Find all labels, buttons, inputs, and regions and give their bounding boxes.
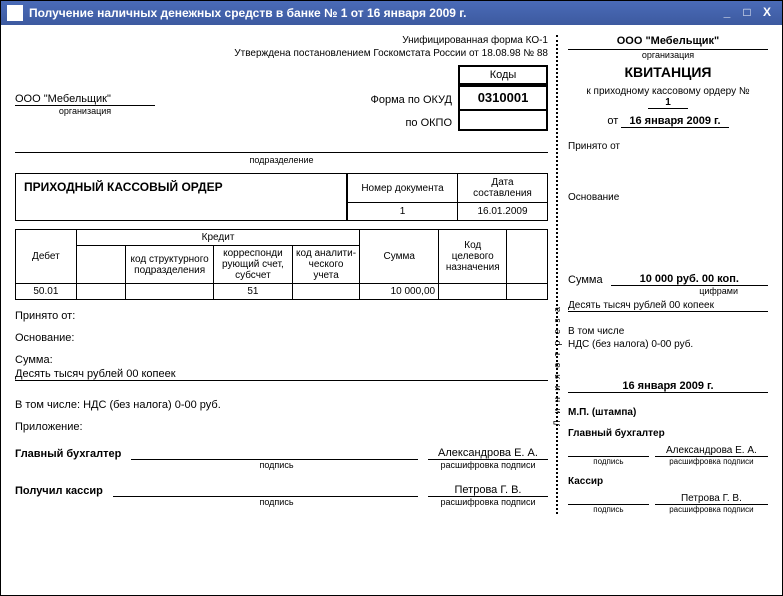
org-sub: организация	[15, 106, 155, 116]
receipt-including-value: НДС (без налога) 0-00 руб.	[568, 339, 768, 350]
codes-header: Коды	[458, 65, 548, 85]
subdivision-sub: подразделение	[15, 155, 548, 165]
receipt-order-num: 1	[648, 97, 688, 109]
close-button[interactable]: X	[758, 5, 776, 21]
receipt-stamp: М.П. (штампа)	[568, 407, 768, 418]
receipt-chief-name: Александрова Е. А.	[655, 445, 768, 457]
th-c3: корреспонди рующий счет, субсчет	[214, 246, 293, 284]
sum-label: Сумма:	[15, 354, 548, 366]
doc-date-value: 16.01.2009	[458, 203, 548, 221]
sub-decode-2: расшифровка подписи	[428, 497, 548, 507]
approved-line: Утверждена постановлением Госкомстата Ро…	[234, 48, 548, 59]
cell-sum: 10 000,00	[360, 284, 439, 300]
receipt-title: КВИТАНЦИЯ	[568, 64, 768, 80]
r-sub-sign-1: подпись	[568, 457, 649, 466]
sub-decode-1: расшифровка подписи	[428, 460, 548, 470]
th-extra	[507, 230, 548, 284]
window-title: Получение наличных денежных средств в ба…	[29, 6, 716, 20]
th-c4: код аналити-ческого учета	[292, 246, 360, 284]
receipt-date2: 16 января 2009 г.	[568, 380, 768, 393]
sum-words: Десять тысяч рублей 00 копеек	[15, 368, 548, 381]
r-sub-decode-1: расшифровка подписи	[655, 457, 768, 466]
chief-acc-role: Главный бухгалтер	[15, 448, 121, 460]
receipt-org: ООО "Мебельщик"	[568, 35, 768, 50]
doc-date-label: Дата составления	[458, 174, 548, 203]
receipt-org-sub: организация	[568, 50, 768, 60]
attachment-label: Приложение:	[15, 421, 548, 433]
receipt-chief-acc: Главный бухгалтер	[568, 428, 768, 439]
okpo-value	[458, 111, 548, 131]
receipt-cashier-name: Петрова Г. В.	[655, 493, 768, 505]
cell-c1	[76, 284, 126, 300]
doc-number-table: Номер документа Дата составления 1 16.01…	[347, 173, 548, 221]
pko-title: ПРИХОДНЫЙ КАССОВЫЙ ОРДЕР	[15, 173, 347, 221]
receipt-sum-words: Десять тысяч рублей 00 копеек	[568, 300, 768, 312]
chief-acc-name: Александрова Е. А.	[428, 447, 548, 460]
receipt-cashier-sign	[568, 493, 649, 505]
th-c1	[76, 246, 126, 284]
titlebar: Получение наличных денежных средств в ба…	[1, 1, 782, 25]
cell-c3: 51	[214, 284, 293, 300]
doc-num-value: 1	[348, 203, 458, 221]
receipt-form: ООО "Мебельщик" организация КВИТАНЦИЯ к …	[558, 35, 768, 514]
cell-c4	[292, 284, 360, 300]
cell-c2	[126, 284, 214, 300]
cashier-role: Получил кассир	[15, 485, 103, 497]
receipt-date-prefix: от	[607, 115, 618, 127]
cut-line: Л и н и я о т р е з а	[556, 35, 558, 514]
accounting-table: Дебет Кредит Сумма Код целевого назначен…	[15, 229, 548, 300]
app-window: Получение наличных денежных средств в ба…	[0, 0, 783, 596]
receipt-sum-label: Сумма	[568, 274, 603, 286]
minimize-button[interactable]: _	[718, 5, 736, 21]
sub-sign-2: подпись	[135, 497, 418, 507]
receipt-basis: Основание	[568, 192, 768, 203]
r-sub-decode-2: расшифровка подписи	[655, 505, 768, 514]
accepted-from-label: Принято от:	[15, 310, 548, 322]
receipt-including-label: В том числе	[568, 326, 768, 337]
order-form: ООО "Мебельщик" организация Унифицирован…	[15, 35, 556, 514]
cashier-name: Петрова Г. В.	[428, 484, 548, 497]
including-line: В том числе: НДС (без налога) 0-00 руб.	[15, 399, 548, 411]
receipt-accepted-from: Принято от	[568, 141, 768, 152]
okud-label: Форма по ОКУД	[371, 87, 459, 113]
receipt-sum-sub: цифрами	[568, 286, 768, 296]
okpo-label: по ОКПО	[405, 113, 458, 133]
subdivision-value	[15, 139, 548, 153]
document-area: ООО "Мебельщик" организация Унифицирован…	[1, 25, 782, 595]
cell-debit: 50.01	[16, 284, 77, 300]
cut-line-label: Л и н и я о т р е з а	[552, 305, 562, 426]
th-c2: код структурного подразделения	[126, 246, 214, 284]
th-sum: Сумма	[360, 230, 439, 284]
basis-label: Основание:	[15, 332, 548, 344]
receipt-chief-sign	[568, 445, 649, 457]
doc-num-label: Номер документа	[348, 174, 458, 203]
receipt-date: 16 января 2009 г.	[621, 115, 728, 128]
th-target: Код целевого назначения	[439, 230, 507, 284]
okud-value: 0310001	[458, 85, 548, 111]
cell-extra	[507, 284, 548, 300]
org-name: ООО "Мебельщик"	[15, 93, 155, 106]
cell-target	[439, 284, 507, 300]
th-debit: Дебет	[16, 230, 77, 284]
app-icon	[7, 5, 23, 21]
maximize-button[interactable]: □	[738, 5, 756, 21]
sub-sign-1: подпись	[135, 460, 418, 470]
receipt-cashier: Кассир	[568, 476, 768, 487]
r-sub-sign-2: подпись	[568, 505, 649, 514]
receipt-sum-value: 10 000 руб. 00 коп.	[611, 273, 768, 286]
receipt-to-order: к приходному кассовому ордеру №	[586, 86, 749, 97]
th-credit: Кредит	[76, 230, 360, 246]
form-id-line: Унифицированная форма КО-1	[234, 35, 548, 46]
